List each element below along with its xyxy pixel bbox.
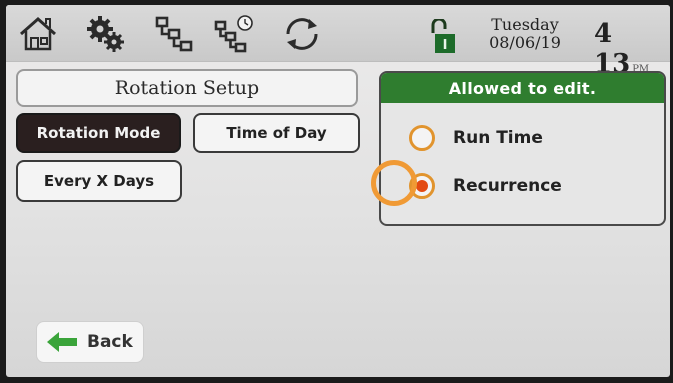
lock-letter: I <box>443 38 448 53</box>
settings-gears-icon[interactable] <box>84 14 128 54</box>
top-toolbar: I Tuesday 08/06/19 4 13 PM <box>6 5 670 79</box>
panel-header: Allowed to edit. <box>381 73 664 103</box>
day-label: Tuesday <box>491 15 559 34</box>
back-button[interactable]: Back <box>36 321 144 363</box>
clock-display: 4 13 PM <box>594 19 670 79</box>
date-label: 08/06/19 <box>489 33 561 52</box>
page-title: Rotation Setup <box>16 69 358 107</box>
network-schedule-icon[interactable] <box>212 14 256 54</box>
edit-options-panel: Allowed to edit. Run Time Recurrence <box>379 71 666 226</box>
time-label: 4 13 <box>594 19 631 79</box>
network-icon[interactable] <box>152 14 196 54</box>
rotation-mode-button[interactable]: Rotation Mode <box>16 113 181 153</box>
recurrence-radio[interactable] <box>409 173 435 199</box>
touch-screen: I Tuesday 08/06/19 4 13 PM Rotation Setup… <box>6 5 670 377</box>
unlocked-padlock-icon[interactable]: I <box>428 17 458 55</box>
date-display: Tuesday 08/06/19 <box>480 16 570 52</box>
run-time-radio[interactable] <box>409 125 435 151</box>
recurrence-option[interactable]: Recurrence <box>409 173 562 199</box>
back-label: Back <box>87 332 133 352</box>
run-time-option[interactable]: Run Time <box>409 125 543 151</box>
home-icon[interactable] <box>16 14 60 54</box>
sync-icon[interactable] <box>280 14 324 54</box>
recurrence-label: Recurrence <box>453 176 562 196</box>
every-x-days-button[interactable]: Every X Days <box>16 160 182 202</box>
run-time-label: Run Time <box>453 128 543 148</box>
back-arrow-icon <box>47 332 77 352</box>
time-of-day-button[interactable]: Time of Day <box>193 113 360 153</box>
